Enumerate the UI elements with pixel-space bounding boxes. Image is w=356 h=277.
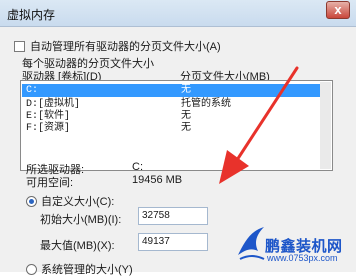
drive-volume-label: [资源] xyxy=(38,123,71,134)
close-icon: x xyxy=(334,2,342,17)
custom-size-label: 自定义大小(C): xyxy=(41,196,115,208)
close-button[interactable]: x xyxy=(326,1,350,19)
system-managed-label: 系统管理的大小(Y) xyxy=(41,264,133,276)
drive-pagefile-size: 无 xyxy=(181,123,191,134)
initial-size-label: 初始大小(MB)(I): xyxy=(40,214,122,226)
drive-letter: F: xyxy=(26,123,39,134)
free-space-label: 可用空间: xyxy=(26,177,74,189)
drive-letter: C: xyxy=(26,85,39,96)
system-managed-option[interactable]: 系统管理的大小(Y) xyxy=(26,261,133,277)
selected-drive-value: C: xyxy=(132,161,143,173)
watermark-url: www.0753px.com xyxy=(267,253,338,263)
list-scrollbar[interactable] xyxy=(320,82,331,169)
drive-pagefile-size: 无 xyxy=(181,85,191,96)
auto-manage-checkbox[interactable] xyxy=(14,40,25,52)
initial-size-input[interactable]: 32758 xyxy=(138,207,208,225)
title-bar: 虚拟内存 x xyxy=(0,0,356,27)
red-arrow-annotation xyxy=(219,66,299,184)
free-space-value: 19456 MB xyxy=(132,174,183,186)
max-size-input[interactable]: 49137 xyxy=(138,233,208,251)
auto-manage-label: 自动管理所有驱动器的分页文件大小(A) xyxy=(30,41,221,53)
watermark-logo-icon xyxy=(238,227,265,260)
auto-manage-checkbox-row[interactable]: 自动管理所有驱动器的分页文件大小(A) xyxy=(14,39,221,53)
system-managed-radio[interactable] xyxy=(26,263,37,275)
window-title: 虚拟内存 xyxy=(7,8,56,22)
max-size-label: 最大值(MB)(X): xyxy=(40,240,115,252)
custom-size-option[interactable]: 自定义大小(C): xyxy=(26,193,114,209)
custom-size-radio[interactable] xyxy=(26,195,37,207)
